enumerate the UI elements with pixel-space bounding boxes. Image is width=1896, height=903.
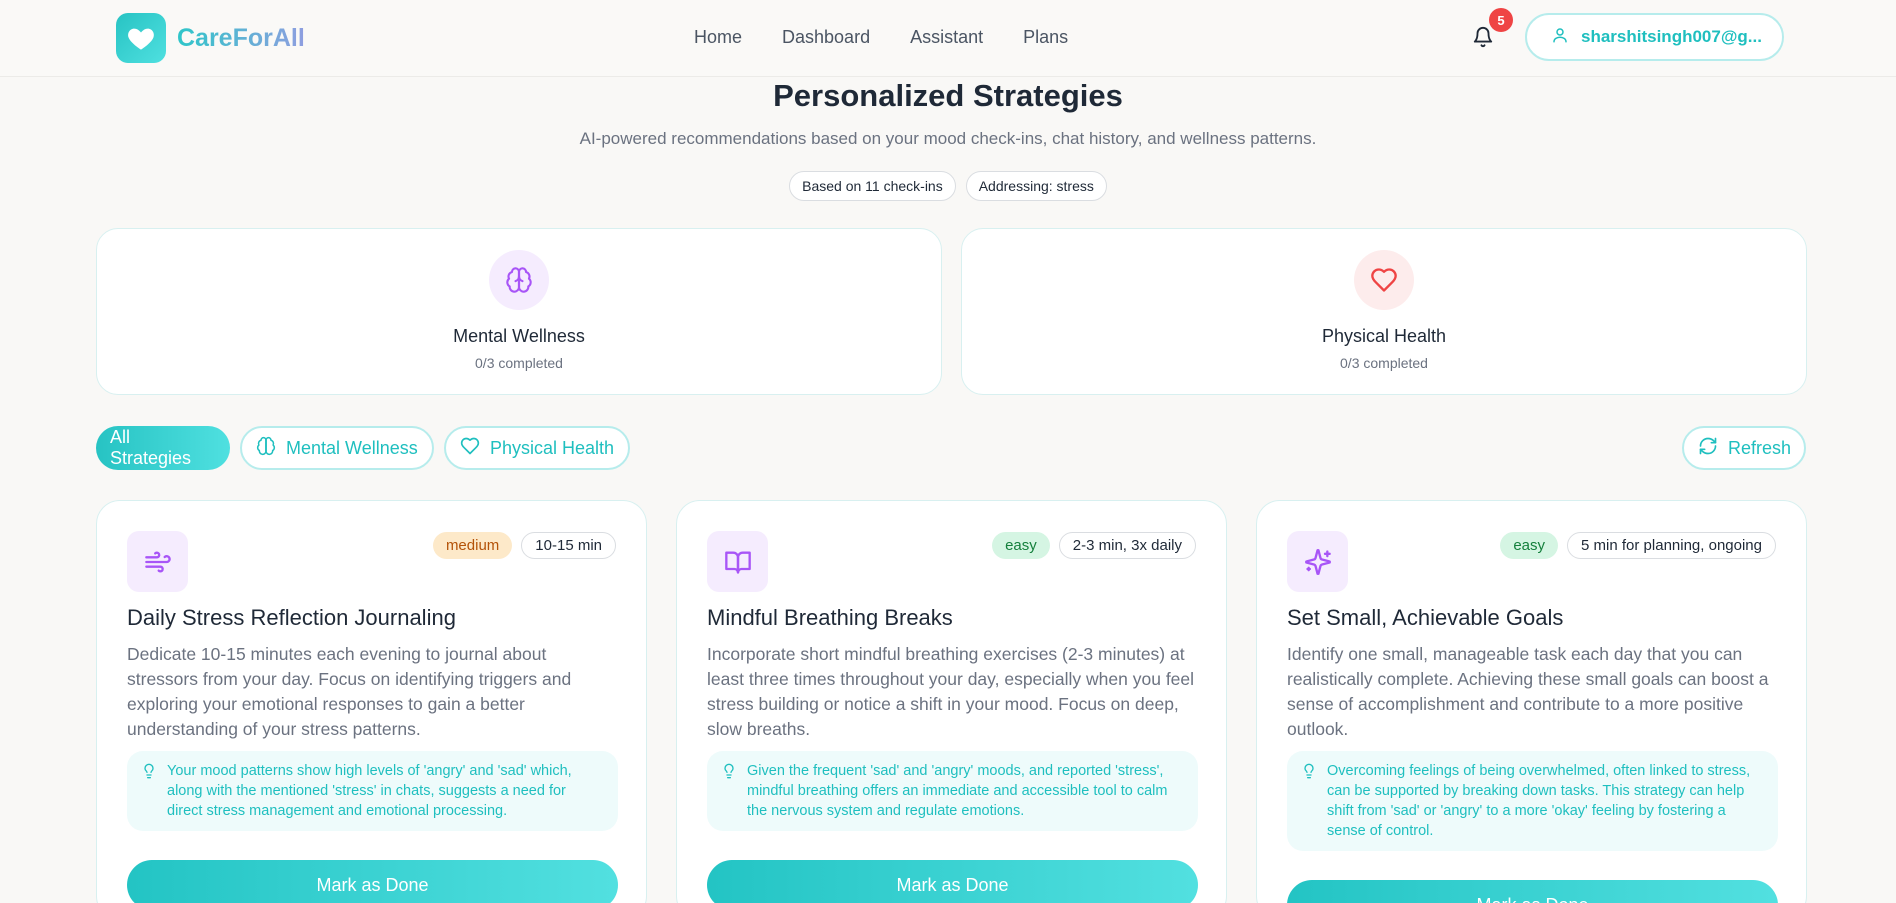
lightbulb-icon bbox=[721, 762, 737, 786]
main-nav: Home Dashboard Assistant Plans bbox=[694, 27, 1068, 48]
strategy-description: Dedicate 10-15 minutes each evening to j… bbox=[127, 644, 572, 739]
mark-as-done-button[interactable]: Mark as Done bbox=[707, 860, 1198, 903]
strategy-reason: Given the frequent 'sad' and 'angry' moo… bbox=[707, 751, 1198, 831]
duration-badge: 2-3 min, 3x daily bbox=[1058, 532, 1196, 559]
wind-icon bbox=[127, 531, 188, 592]
reason-text: Your mood patterns show high levels of '… bbox=[167, 763, 572, 819]
difficulty-badge: medium bbox=[432, 532, 513, 559]
lightbulb-icon bbox=[1301, 762, 1317, 786]
strategy-title: Daily Stress Reflection Journaling bbox=[127, 605, 456, 630]
top-navbar: CareForAll Home Dashboard Assistant Plan… bbox=[0, 0, 1896, 77]
strategy-card: easy 2-3 min, 3x daily Mindful Breathing… bbox=[676, 500, 1227, 903]
user-email: sharshitsingh007@g... bbox=[1581, 27, 1762, 46]
difficulty-badge: easy bbox=[1500, 532, 1559, 559]
addressing-pill: Addressing: stress bbox=[965, 171, 1107, 201]
refresh-icon bbox=[1698, 436, 1718, 461]
strategy-description: Incorporate short mindful breathing exer… bbox=[707, 644, 1195, 739]
filter-physical-health[interactable]: Physical Health bbox=[444, 426, 631, 470]
category-title: Mental Wellness bbox=[453, 326, 585, 346]
category-title: Physical Health bbox=[1321, 326, 1447, 346]
brand-logo[interactable]: CareForAll bbox=[116, 13, 305, 63]
mental-wellness-category-card[interactable]: Mental Wellness 0/3 completed bbox=[96, 228, 942, 395]
filter-label: Physical Health bbox=[490, 437, 615, 458]
notification-count-badge: 5 bbox=[1489, 8, 1513, 32]
context-pills: Based on 11 check-ins Addressing: stress bbox=[0, 171, 1896, 201]
strategy-reason: Overcoming feelings of being overwhelmed… bbox=[1287, 751, 1778, 851]
filter-label: All Strategies bbox=[110, 427, 192, 468]
heart-logo-icon bbox=[116, 13, 166, 63]
page-title: Personalized Strategies bbox=[773, 78, 1123, 113]
nav-assistant[interactable]: Assistant bbox=[910, 27, 983, 48]
brand-name: CareForAll bbox=[177, 23, 305, 52]
strategy-card: easy 5 min for planning, ongoing Set Sma… bbox=[1256, 500, 1807, 903]
nav-home[interactable]: Home bbox=[694, 27, 742, 48]
filter-label: Mental Wellness bbox=[286, 437, 418, 458]
duration-badge: 10-15 min bbox=[521, 532, 616, 559]
brain-icon bbox=[256, 436, 276, 461]
mark-as-done-button[interactable]: Mark as Done bbox=[1287, 880, 1778, 903]
reason-text: Given the frequent 'sad' and 'angry' moo… bbox=[747, 763, 1168, 819]
refresh-button[interactable]: Refresh bbox=[1682, 426, 1806, 470]
category-progress: 0/3 completed bbox=[1340, 355, 1428, 371]
lightbulb-icon bbox=[141, 762, 157, 786]
mark-as-done-button[interactable]: Mark as Done bbox=[127, 860, 618, 903]
strategy-title: Set Small, Achievable Goals bbox=[1287, 605, 1564, 630]
filter-all-strategies[interactable]: All Strategies bbox=[96, 426, 230, 470]
nav-dashboard[interactable]: Dashboard bbox=[782, 27, 870, 48]
strategy-tags: easy 2-3 min, 3x daily bbox=[992, 532, 1196, 559]
refresh-label: Refresh bbox=[1728, 437, 1792, 458]
strategy-reason: Your mood patterns show high levels of '… bbox=[127, 751, 618, 831]
strategy-tags: medium 10-15 min bbox=[432, 532, 616, 559]
duration-badge: 5 min for planning, ongoing bbox=[1567, 532, 1776, 559]
bell-icon[interactable] bbox=[1472, 26, 1496, 50]
book-icon bbox=[707, 531, 768, 592]
sparkles-icon bbox=[1287, 531, 1348, 592]
heart-icon bbox=[1354, 250, 1414, 310]
brain-icon bbox=[489, 250, 549, 310]
heart-icon bbox=[460, 436, 480, 461]
strategy-title: Mindful Breathing Breaks bbox=[707, 605, 953, 630]
strategy-tags: easy 5 min for planning, ongoing bbox=[1500, 532, 1776, 559]
strategy-card: medium 10-15 min Daily Stress Reflection… bbox=[96, 500, 647, 903]
reason-text: Overcoming feelings of being overwhelmed… bbox=[1327, 763, 1751, 839]
strategy-description: Identify one small, manageable task each… bbox=[1287, 644, 1769, 739]
category-progress: 0/3 completed bbox=[475, 355, 563, 371]
nav-plans[interactable]: Plans bbox=[1023, 27, 1068, 48]
difficulty-badge: easy bbox=[992, 532, 1050, 559]
user-icon bbox=[1551, 26, 1569, 49]
user-account-button[interactable]: sharshitsingh007@g... bbox=[1525, 13, 1784, 61]
physical-health-category-card[interactable]: Physical Health 0/3 completed bbox=[961, 228, 1807, 395]
checkins-pill: Based on 11 check-ins bbox=[789, 171, 956, 201]
page-subtitle: AI-powered recommendations based on your… bbox=[579, 129, 1317, 148]
filter-mental-wellness[interactable]: Mental Wellness bbox=[240, 426, 434, 470]
